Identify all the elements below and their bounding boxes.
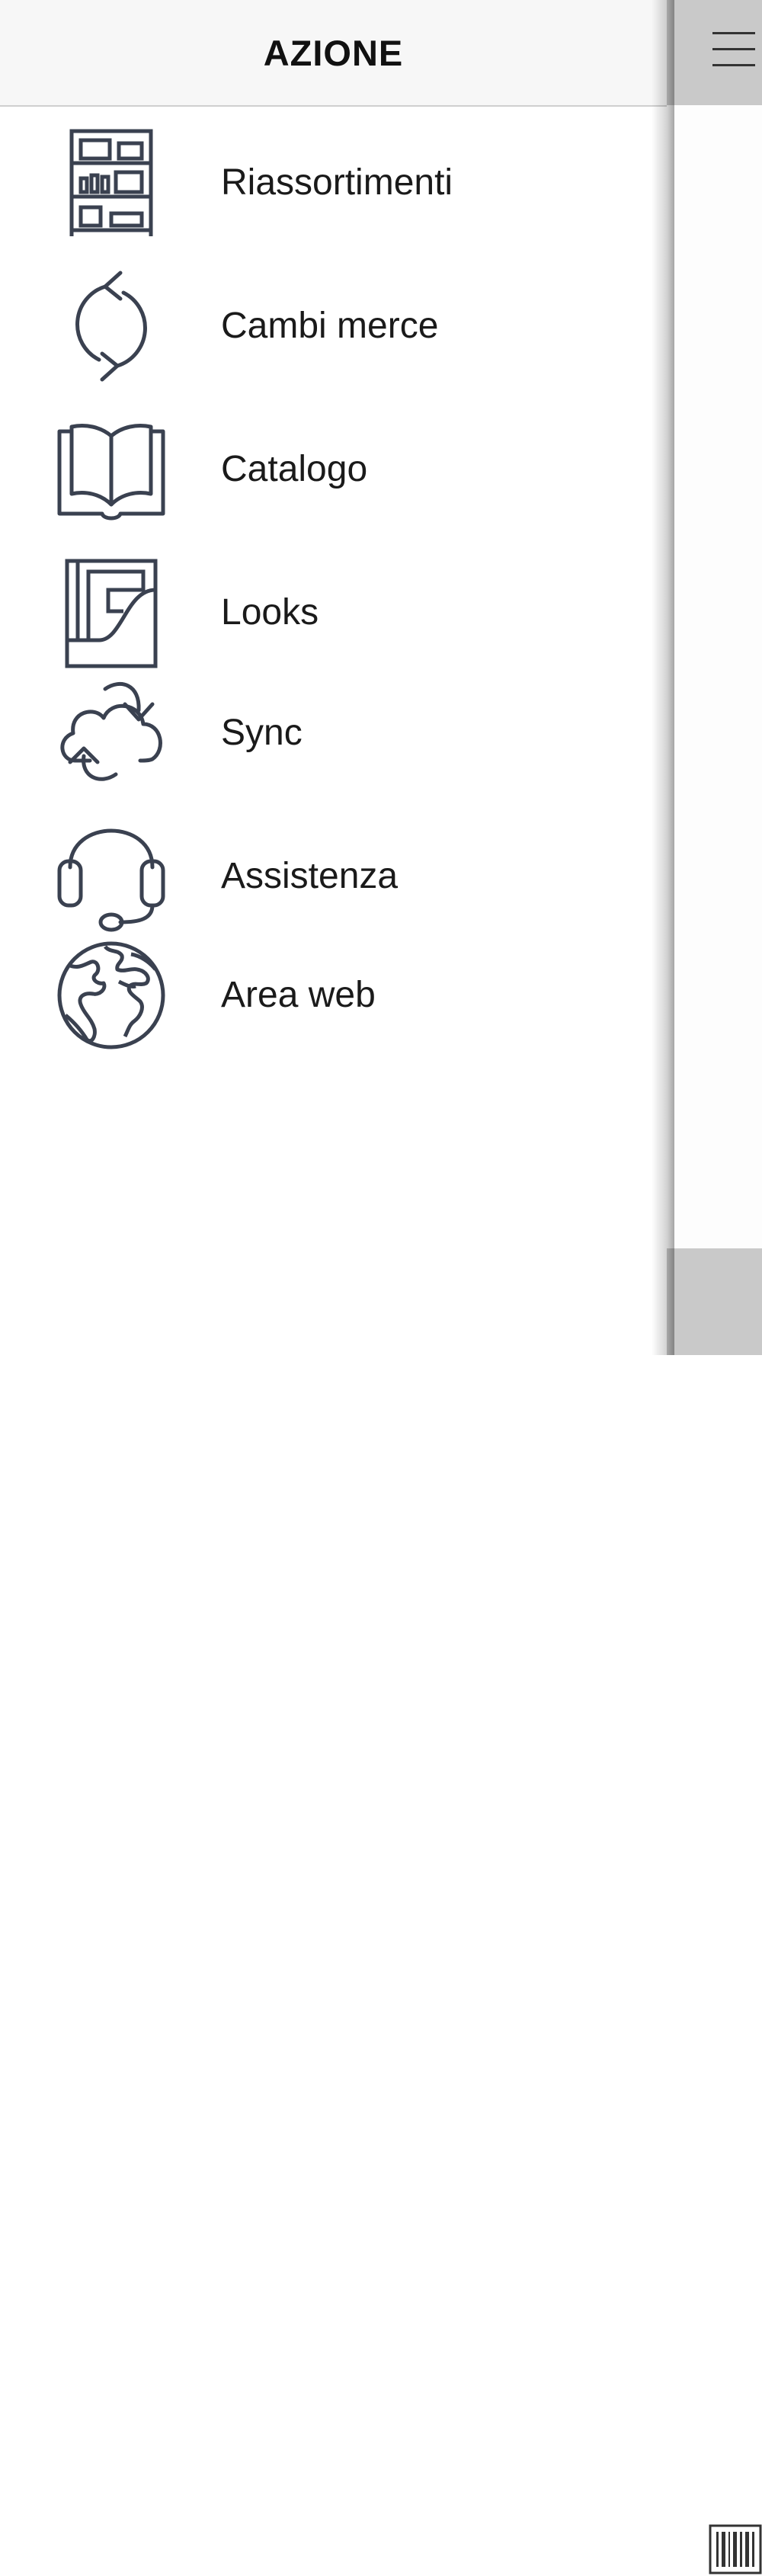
globe-icon <box>55 939 168 1052</box>
menu-item-riassortimenti[interactable]: Riassortimenti <box>0 127 667 239</box>
book-icon <box>55 413 168 526</box>
navigation-drawer: AZIONE Riassortimenti Cambi merce Catalo… <box>0 0 667 1355</box>
main-content <box>667 105 762 1248</box>
menu-item-area-web[interactable]: Area web <box>0 939 667 1052</box>
refresh-icon <box>55 270 168 383</box>
menu-label: Looks <box>221 592 319 633</box>
cloud-sync-icon <box>55 677 168 790</box>
barcode-icon[interactable] <box>709 2523 762 2576</box>
menu-item-looks[interactable]: Looks <box>0 556 667 669</box>
main-bottom-bar <box>667 1248 762 2574</box>
looks-icon <box>55 556 168 669</box>
hamburger-menu-icon[interactable] <box>712 32 755 67</box>
menu-label: Assistenza <box>221 856 399 896</box>
menu-item-catalogo[interactable]: Catalogo <box>0 413 667 526</box>
menu-item-cambi-merce[interactable]: Cambi merce <box>0 270 667 383</box>
menu-label: Catalogo <box>221 449 368 489</box>
menu-label: Riassortimenti <box>221 162 453 203</box>
menu-item-assistenza[interactable]: Assistenza <box>0 820 667 933</box>
main-top-bar <box>667 0 762 105</box>
menu-label: Sync <box>221 713 303 753</box>
main-screen <box>667 0 762 2574</box>
menu-label: Cambi merce <box>221 306 439 346</box>
shelf-icon <box>55 127 168 239</box>
menu-item-sync[interactable]: Sync <box>0 677 667 790</box>
menu-label: Area web <box>221 975 376 1015</box>
drawer-title: AZIONE <box>263 32 404 73</box>
drawer-header: AZIONE <box>0 0 667 107</box>
headset-icon <box>55 820 168 933</box>
